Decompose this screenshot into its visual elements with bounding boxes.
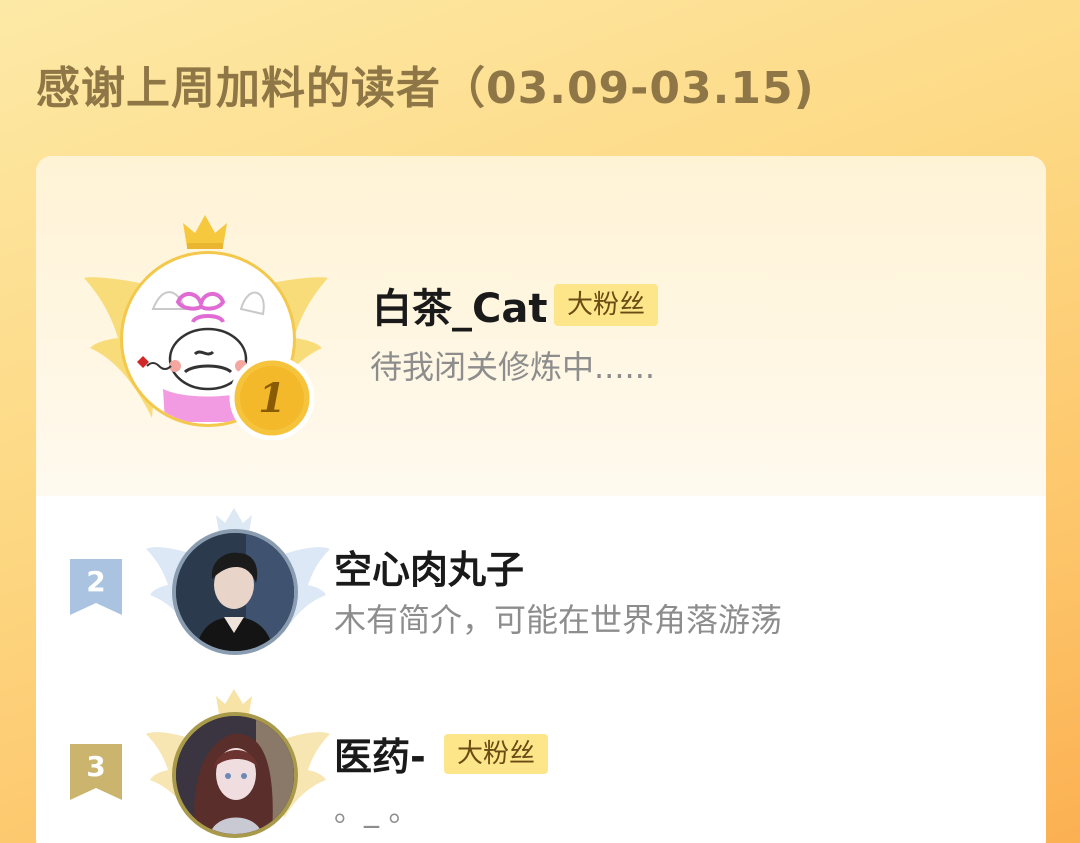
reader-bio: 待我闭关修炼中...... <box>370 348 656 386</box>
fan-badge: 大粉丝 <box>444 734 548 774</box>
avatar-anime-image <box>176 716 294 834</box>
crown-icon <box>183 215 227 249</box>
reader-name[interactable]: 空心肉丸子 <box>334 539 524 594</box>
reader-ranking-card: 1 白茶_Cat 大粉丝 待我闭关修炼中...... 2 空心肉丸子 木有简介，… <box>36 156 1046 843</box>
reader-name[interactable]: 白茶_Cat <box>372 276 547 334</box>
avatar[interactable] <box>172 529 298 655</box>
rank-1-medal-icon: 1 <box>229 355 315 441</box>
avatar[interactable] <box>172 712 298 838</box>
reader-bio: 。_ 。 <box>334 794 419 829</box>
rank-3-tag-icon: 3 <box>70 744 122 800</box>
fan-badge: 大粉丝 <box>554 284 658 326</box>
rank-number: 3 <box>86 750 105 783</box>
reader-row-3[interactable]: 3 医药- 大粉丝 。_ 。 <box>36 686 1046 843</box>
reader-row-1[interactable]: 1 白茶_Cat 大粉丝 待我闭关修炼中...... <box>36 156 1046 496</box>
rank-2-tag-icon: 2 <box>70 559 122 615</box>
reader-bio: 木有简介，可能在世界角落游荡 <box>334 601 783 639</box>
reader-row-2[interactable]: 2 空心肉丸子 木有简介，可能在世界角落游荡 <box>36 501 1046 671</box>
reader-name[interactable]: 医药- <box>334 726 426 781</box>
page-title: 感谢上周加料的读者（03.09-03.15) <box>36 63 815 114</box>
rank-number: 1 <box>258 375 286 422</box>
rank-number: 2 <box>86 565 105 598</box>
avatar-photo-image <box>176 533 294 651</box>
